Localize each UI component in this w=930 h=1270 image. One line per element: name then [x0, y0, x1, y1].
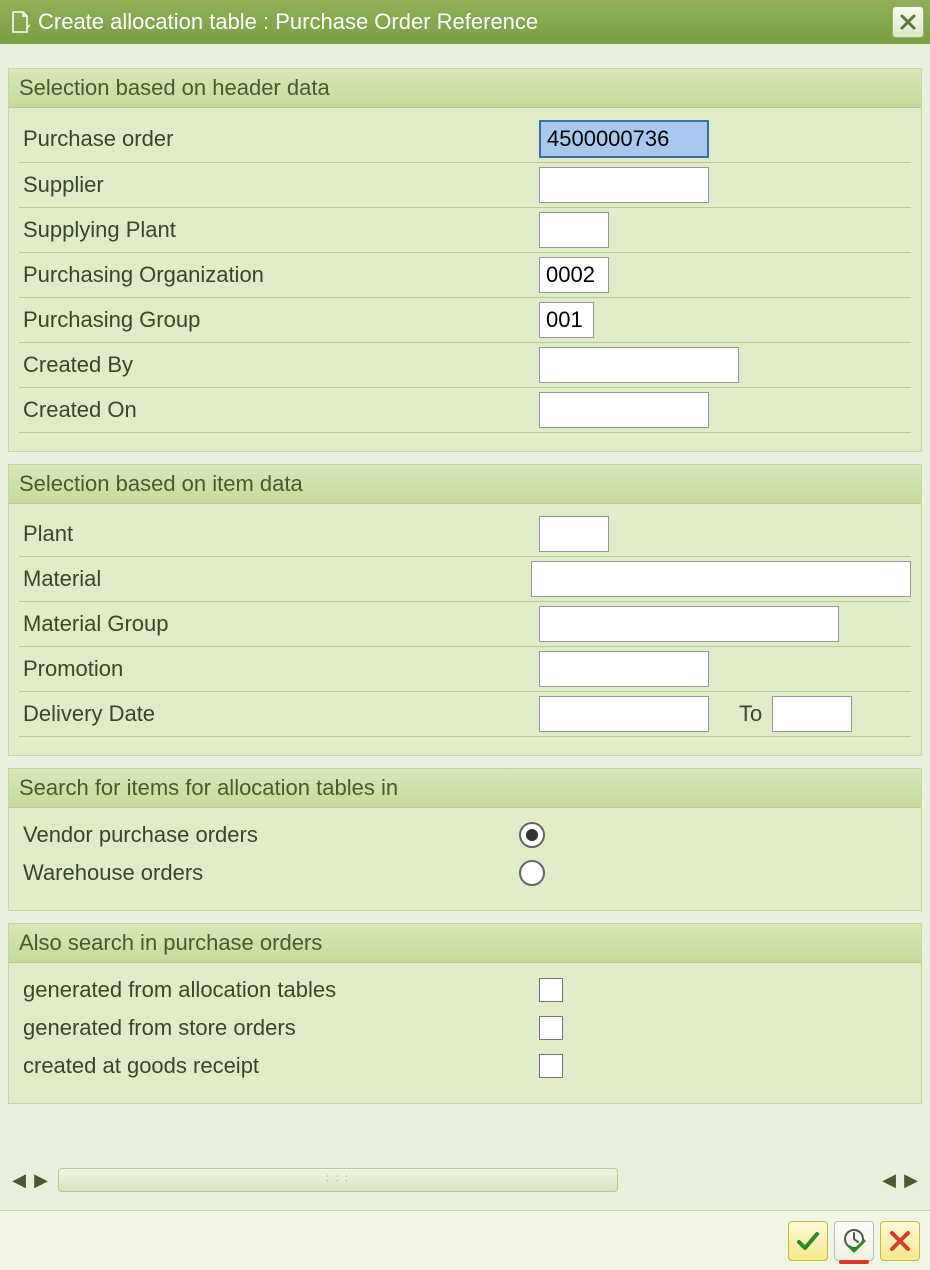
label-vendor-po: Vendor purchase orders	[19, 822, 519, 848]
input-material-group[interactable]	[539, 606, 839, 642]
group-title-search-in: Search for items for allocation tables i…	[9, 769, 921, 808]
scroll-left-start-icon[interactable]: ◀	[8, 1169, 30, 1191]
label-plant: Plant	[19, 521, 539, 547]
ok-button[interactable]	[788, 1221, 828, 1261]
radio-vendor-po[interactable]	[519, 822, 545, 848]
cross-icon	[888, 1229, 912, 1253]
cancel-button[interactable]	[880, 1221, 920, 1261]
input-created-by[interactable]	[539, 347, 739, 383]
group-item-data: Selection based on item data Plant Mater…	[8, 464, 922, 756]
label-purch-group: Purchasing Group	[19, 307, 539, 333]
input-material[interactable]	[531, 561, 911, 597]
input-promotion[interactable]	[539, 651, 709, 687]
red-underline	[839, 1260, 869, 1264]
label-purch-org: Purchasing Organization	[19, 262, 539, 288]
input-purch-org[interactable]	[539, 257, 609, 293]
label-created-by: Created By	[19, 352, 539, 378]
group-title-header-data: Selection based on header data	[9, 69, 921, 108]
scroll-left-icon[interactable]: ▶	[30, 1169, 52, 1191]
input-created-on[interactable]	[539, 392, 709, 428]
input-purch-group[interactable]	[539, 302, 594, 338]
input-purchase-order[interactable]	[539, 120, 709, 158]
content-area: Selection based on header data Purchase …	[0, 44, 930, 1104]
label-material: Material	[19, 566, 531, 592]
window-title: Create allocation table : Purchase Order…	[38, 9, 538, 35]
label-material-group: Material Group	[19, 611, 539, 637]
label-supplying-plant: Supplying Plant	[19, 217, 539, 243]
scroll-right-icon[interactable]: ◀	[878, 1169, 900, 1191]
label-delivery-date: Delivery Date	[19, 701, 539, 727]
scrollbar-track[interactable]: : : :	[58, 1168, 618, 1192]
label-warehouse-orders: Warehouse orders	[19, 860, 519, 886]
execute-schedule-button[interactable]	[834, 1221, 874, 1261]
label-promotion: Promotion	[19, 656, 539, 682]
scroll-right-end-icon[interactable]: ▶	[900, 1169, 922, 1191]
checkbox-at-gr[interactable]	[539, 1054, 563, 1078]
input-delivery-date-to[interactable]	[772, 696, 852, 732]
group-title-item-data: Selection based on item data	[9, 465, 921, 504]
check-icon	[795, 1228, 821, 1254]
label-supplier: Supplier	[19, 172, 539, 198]
titlebar: Create allocation table : Purchase Order…	[0, 0, 930, 44]
radio-warehouse-orders[interactable]	[519, 860, 545, 886]
footer-toolbar	[0, 1210, 930, 1270]
input-plant[interactable]	[539, 516, 609, 552]
label-created-on: Created On	[19, 397, 539, 423]
label-from-alloc: generated from allocation tables	[19, 977, 539, 1003]
group-title-also-search: Also search in purchase orders	[9, 924, 921, 963]
clock-check-icon	[840, 1227, 868, 1255]
close-button[interactable]	[892, 6, 924, 38]
document-icon	[10, 11, 30, 33]
input-supplying-plant[interactable]	[539, 212, 609, 248]
input-delivery-date-from[interactable]	[539, 696, 709, 732]
label-delivery-date-to: To	[739, 701, 762, 727]
group-also-search: Also search in purchase orders generated…	[8, 923, 922, 1104]
label-purchase-order: Purchase order	[19, 126, 539, 152]
label-at-gr: created at goods receipt	[19, 1053, 539, 1079]
checkbox-from-alloc[interactable]	[539, 978, 563, 1002]
checkbox-from-store[interactable]	[539, 1016, 563, 1040]
group-header-data: Selection based on header data Purchase …	[8, 68, 922, 452]
input-supplier[interactable]	[539, 167, 709, 203]
group-search-in: Search for items for allocation tables i…	[8, 768, 922, 911]
label-from-store: generated from store orders	[19, 1015, 539, 1041]
horizontal-scrollbar: ◀ ▶ : : : ◀ ▶	[0, 1160, 930, 1200]
